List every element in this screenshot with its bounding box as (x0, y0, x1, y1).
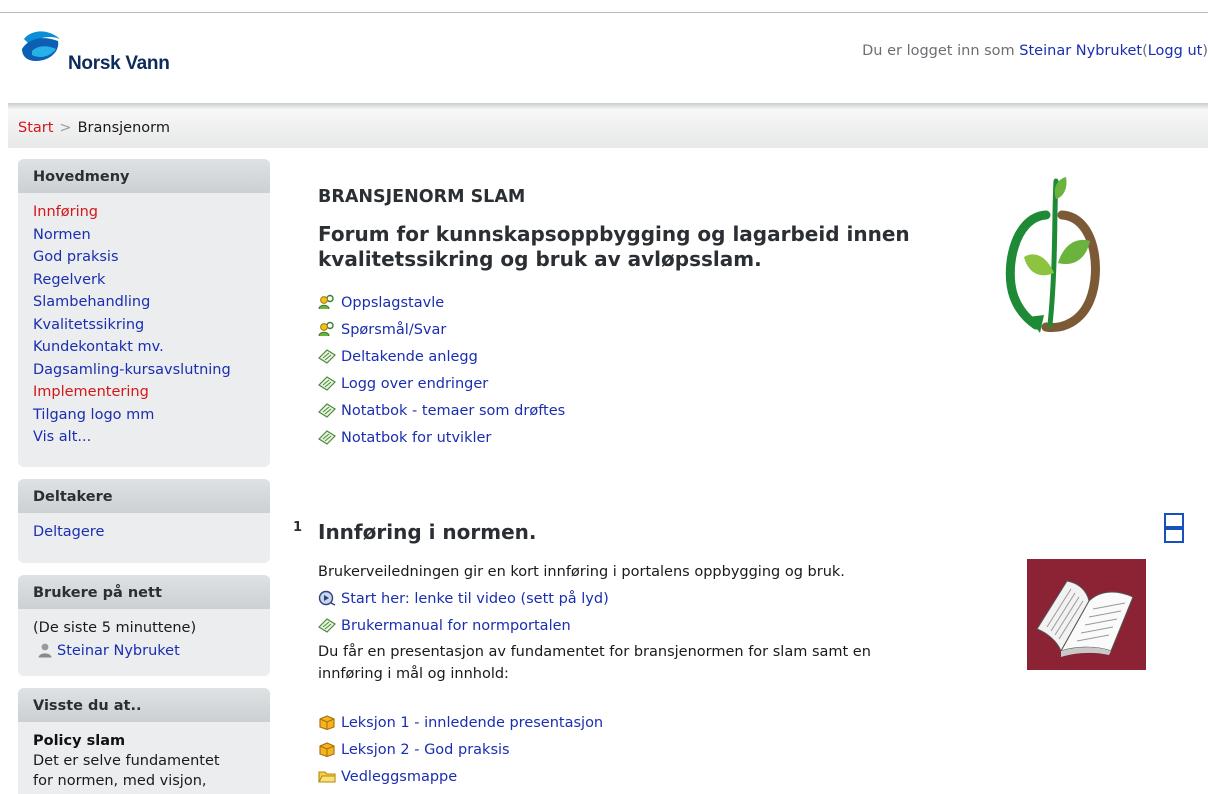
forum-link-row: Notatbok - temaer som drøftes (318, 398, 565, 425)
main-menu-title: Hovedmeny (18, 159, 270, 193)
online-users-list: (De siste 5 minuttene) Steinar Nybruket (18, 609, 270, 662)
attachments-folder-link[interactable]: Vedleggsmappe (341, 769, 457, 785)
main-menu-box: Hovedmeny Innføring Normen God praksis R… (18, 159, 270, 467)
login-status: Du er logget inn som Steinar Nybruket(Lo… (862, 43, 1208, 59)
breadcrumb-start-link[interactable]: Start (18, 120, 53, 136)
forum-link-row: Oppslagstavle (318, 290, 565, 317)
menu-item-normen[interactable]: Normen (33, 224, 270, 247)
notepad-icon (318, 403, 336, 418)
logo-text[interactable]: Norsk Vann (68, 53, 170, 75)
page-subtitle: Forum for kunnskapsoppbygging og lagarbe… (318, 222, 910, 271)
did-you-know-content: Policy slam Det er selve fundamentet for… (18, 722, 270, 791)
breadcrumb-current: Bransjenorm (77, 120, 170, 136)
notepad-icon (318, 618, 336, 633)
menu-item-vis-alt[interactable]: Vis alt... (33, 426, 270, 449)
menu-item-dagsamling[interactable]: Dagsamling-kursavslutning (33, 359, 270, 382)
package-icon (319, 742, 335, 757)
breadcrumb: Start > Bransjenorm (8, 110, 1208, 148)
menu-item-implementering[interactable]: Implementering (33, 381, 270, 404)
did-you-know-text-line1: Det er selve fundamentet (33, 753, 220, 769)
forum-link-row: Logg over endringer (318, 371, 565, 398)
forum-link-notatbok-utvikler[interactable]: Notatbok for utvikler (341, 430, 491, 446)
guide-link-row: Start her: lenke til video (sett på lyd) (318, 586, 609, 613)
online-users-title: Brukere på nett (18, 575, 270, 609)
section-title: Innføring i normen. (318, 520, 537, 544)
breadcrumb-separator: > (59, 120, 72, 136)
forum-link-deltakende-anlegg[interactable]: Deltakende anlegg (341, 349, 478, 365)
section-paragraph: Du får en presentasjon av fundamentet fo… (318, 641, 871, 685)
forum-link-notatbok-temaer[interactable]: Notatbok - temaer som drøftes (341, 403, 565, 419)
menu-item-innforing[interactable]: Innføring (33, 201, 270, 224)
login-prefix: Du er logget inn som (862, 43, 1015, 59)
user-name-link[interactable]: Steinar Nybruket (1019, 43, 1142, 59)
video-link[interactable]: Start her: lenke til video (sett på lyd) (341, 591, 609, 607)
user-icon (38, 643, 52, 657)
manual-link[interactable]: Brukermanual for normportalen (341, 618, 571, 634)
menu-item-slambehandling[interactable]: Slambehandling (33, 291, 270, 314)
guide-links: Start her: lenke til video (sett på lyd)… (318, 586, 609, 640)
people-icon (318, 321, 334, 337)
participants-box: Deltakere Deltagere (18, 479, 270, 563)
did-you-know-title: Visste du at.. (18, 688, 270, 722)
participants-title: Deltakere (18, 479, 270, 513)
main-menu-list: Innføring Normen God praksis Regelverk S… (18, 193, 270, 449)
forum-link-row: Deltakende anlegg (318, 344, 565, 371)
section-paragraph-line1: Du får en presentasjon av fundamentet fo… (318, 644, 871, 660)
menu-item-kvalitetssikring[interactable]: Kvalitetssikring (33, 314, 270, 337)
online-user-link[interactable]: Steinar Nybruket (57, 643, 180, 659)
guide-link-row: Brukermanual for normportalen (318, 613, 609, 640)
did-you-know-heading: Policy slam (33, 733, 126, 749)
folder-icon (318, 771, 336, 783)
menu-item-regelverk[interactable]: Regelverk (33, 269, 270, 292)
lesson-1-link[interactable]: Leksjon 1 - innledende presentasjon (341, 715, 603, 731)
notepad-icon (318, 349, 336, 364)
menu-item-tilgang-logo[interactable]: Tilgang logo mm (33, 404, 270, 427)
online-user-row: Steinar Nybruket (33, 640, 270, 663)
did-you-know-box: Visste du at.. Policy slam Det er selve … (18, 688, 270, 794)
lesson-links: Leksjon 1 - innledende presentasjon Leks… (318, 710, 603, 791)
lesson-link-row: Leksjon 2 - God praksis (318, 737, 603, 764)
package-icon (319, 715, 335, 730)
people-icon (318, 294, 334, 310)
forum-links: Oppslagstavle Spørsmål/Svar Deltakende a… (318, 290, 565, 452)
logout-link[interactable]: Logg ut (1148, 43, 1203, 59)
online-users-box: Brukere på nett (De siste 5 minuttene) S… (18, 575, 270, 676)
section-paragraph-line2: innføring i mål og innhold: (318, 666, 509, 682)
lesson-link-row: Vedleggsmappe (318, 764, 603, 791)
forum-link-oppslagstavle[interactable]: Oppslagstavle (341, 295, 444, 311)
forum-link-logg-endringer[interactable]: Logg over endringer (341, 376, 488, 392)
menu-item-kundekontakt[interactable]: Kundekontakt mv. (33, 336, 270, 359)
forum-link-row: Spørsmål/Svar (318, 317, 565, 344)
notepad-icon (318, 376, 336, 391)
participants-link[interactable]: Deltagere (33, 521, 270, 544)
did-you-know-text-line2: for normen, med visjon, (33, 773, 207, 789)
menu-item-god-praksis[interactable]: God praksis (33, 246, 270, 269)
forum-link-sporsmal-svar[interactable]: Spørsmål/Svar (341, 322, 446, 338)
layout-toggle-icon[interactable] (1164, 513, 1184, 543)
participants-list: Deltagere (18, 513, 270, 544)
page-title: BRANSJENORM SLAM (318, 187, 526, 207)
sprout-logo-icon (1005, 177, 1100, 333)
online-users-note: (De siste 5 minuttene) (33, 620, 197, 636)
lesson-link-row: Leksjon 1 - innledende presentasjon (318, 710, 603, 737)
book-image-icon (1027, 559, 1146, 670)
forum-link-row: Notatbok for utvikler (318, 425, 565, 452)
notepad-icon (318, 430, 336, 445)
video-icon (318, 590, 336, 606)
lesson-2-link[interactable]: Leksjon 2 - God praksis (341, 742, 510, 758)
section-number: 1 (293, 520, 303, 535)
section-intro: Brukerveiledningen gir en kort innføring… (318, 564, 845, 580)
